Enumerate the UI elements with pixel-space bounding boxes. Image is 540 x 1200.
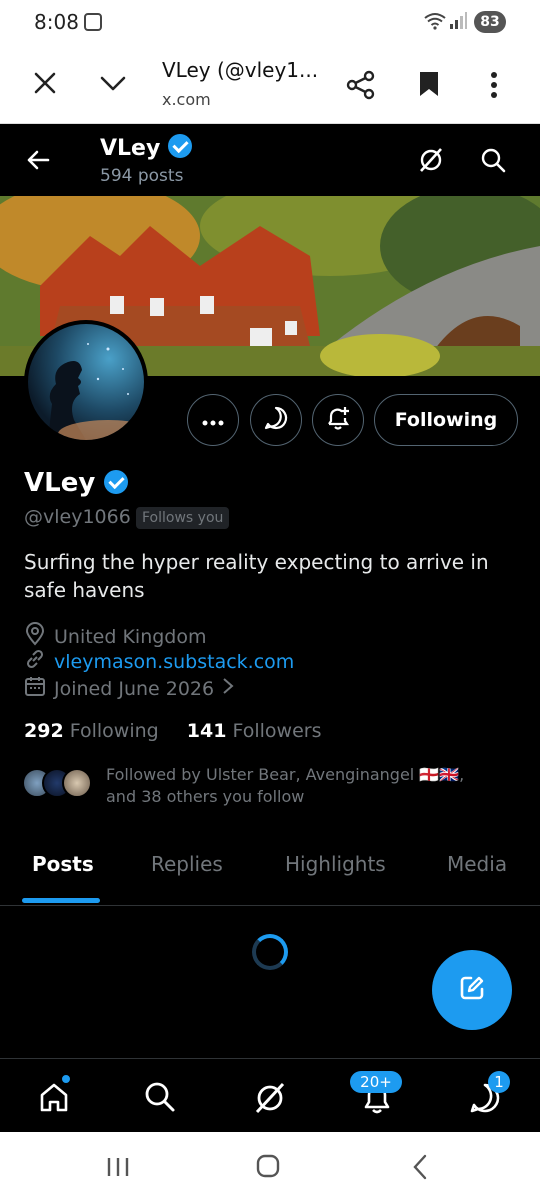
- system-navigation-bar: [0, 1132, 540, 1200]
- location-text: United Kingdom: [54, 625, 207, 648]
- bottom-navigation: 20+ 1: [0, 1058, 540, 1132]
- verified-badge-icon: [167, 134, 192, 158]
- bookmark-icon[interactable]: [418, 70, 440, 102]
- followed-by-text[interactable]: Followed by Ulster Bear, Avenginangel 🏴󠁧…: [106, 764, 526, 808]
- home-icon[interactable]: [38, 1073, 72, 1119]
- profile-bio: Surfing the hyper reality expecting to a…: [24, 550, 489, 602]
- chevron-right-icon: [222, 677, 234, 700]
- tab-highlights[interactable]: Highlights: [285, 852, 386, 876]
- tab-media[interactable]: Media: [447, 852, 507, 876]
- notifications-badge: 20+: [350, 1071, 402, 1093]
- follow-counts: 292 Following 141 Followers: [24, 720, 321, 742]
- chevron-down-icon[interactable]: [100, 76, 126, 96]
- chat-bubble-icon: [263, 405, 289, 435]
- followers-count-link[interactable]: 141 Followers: [187, 720, 322, 742]
- status-bar: 8:08 83: [0, 0, 540, 44]
- home-button-icon[interactable]: [256, 1154, 280, 1182]
- calendar-icon: [24, 675, 46, 702]
- share-icon[interactable]: [346, 70, 376, 104]
- more-options-button[interactable]: [187, 394, 239, 446]
- followed-by-avatars[interactable]: [22, 768, 102, 802]
- message-button[interactable]: [250, 394, 302, 446]
- more-horizontal-icon: [202, 411, 224, 430]
- profile-location: United Kingdom: [24, 622, 207, 651]
- profile-handle: @vley1066: [24, 506, 131, 528]
- search-nav-icon[interactable]: [144, 1081, 176, 1117]
- browser-url[interactable]: x.com: [162, 90, 211, 109]
- tab-replies[interactable]: Replies: [151, 852, 223, 876]
- notify-button[interactable]: [312, 394, 364, 446]
- followed-by-line-2: and 38 others you follow: [106, 787, 305, 806]
- bell-plus-icon: [324, 404, 352, 436]
- battery-indicator: 83: [474, 11, 506, 33]
- profile-website[interactable]: vleymason.substack.com: [24, 648, 294, 675]
- wifi-icon: [424, 12, 446, 35]
- compose-post-button[interactable]: [432, 950, 512, 1030]
- more-vertical-icon[interactable]: [490, 72, 498, 102]
- profile-joined[interactable]: Joined June 2026: [24, 675, 234, 702]
- tab-posts[interactable]: Posts: [32, 852, 94, 876]
- follower-avatar: [62, 768, 92, 798]
- loading-spinner: [252, 934, 288, 970]
- grok-icon[interactable]: [418, 147, 444, 177]
- back-button-icon[interactable]: [412, 1154, 428, 1184]
- following-button[interactable]: Following: [374, 394, 518, 446]
- messages-badge: 1: [488, 1071, 510, 1093]
- back-arrow-icon[interactable]: [26, 150, 50, 174]
- follows-you-badge: Follows you: [136, 507, 230, 529]
- profile-avatar[interactable]: [24, 320, 148, 444]
- home-notification-dot: [60, 1073, 72, 1085]
- recent-apps-icon[interactable]: [106, 1156, 130, 1182]
- header-post-count: 594 posts: [100, 166, 184, 186]
- header-name: VLey: [100, 134, 192, 161]
- followed-by-line-1: Followed by Ulster Bear, Avenginangel 🏴󠁧…: [106, 765, 465, 784]
- browser-page-title: VLey (@vley1...: [162, 58, 319, 82]
- active-tab-indicator: [22, 898, 100, 903]
- location-pin-icon: [24, 622, 46, 651]
- search-icon[interactable]: [480, 147, 506, 177]
- browser-toolbar: VLey (@vley1... x.com: [0, 44, 540, 124]
- website-link[interactable]: vleymason.substack.com: [54, 651, 294, 673]
- tab-divider: [0, 905, 540, 906]
- profile-header-bar: VLey 594 posts: [0, 124, 540, 196]
- compose-icon: [457, 973, 487, 1007]
- verified-badge-icon: [104, 470, 129, 494]
- profile-name: VLey: [24, 468, 129, 498]
- signal-icon: [448, 12, 468, 34]
- following-count-link[interactable]: 292 Following: [24, 720, 159, 742]
- joined-text: Joined June 2026: [54, 677, 215, 700]
- screenshot-indicator-icon: [84, 13, 102, 31]
- grok-nav-icon[interactable]: [253, 1081, 287, 1119]
- status-time: 8:08: [34, 10, 79, 34]
- close-icon[interactable]: [34, 72, 56, 98]
- link-icon: [24, 648, 46, 675]
